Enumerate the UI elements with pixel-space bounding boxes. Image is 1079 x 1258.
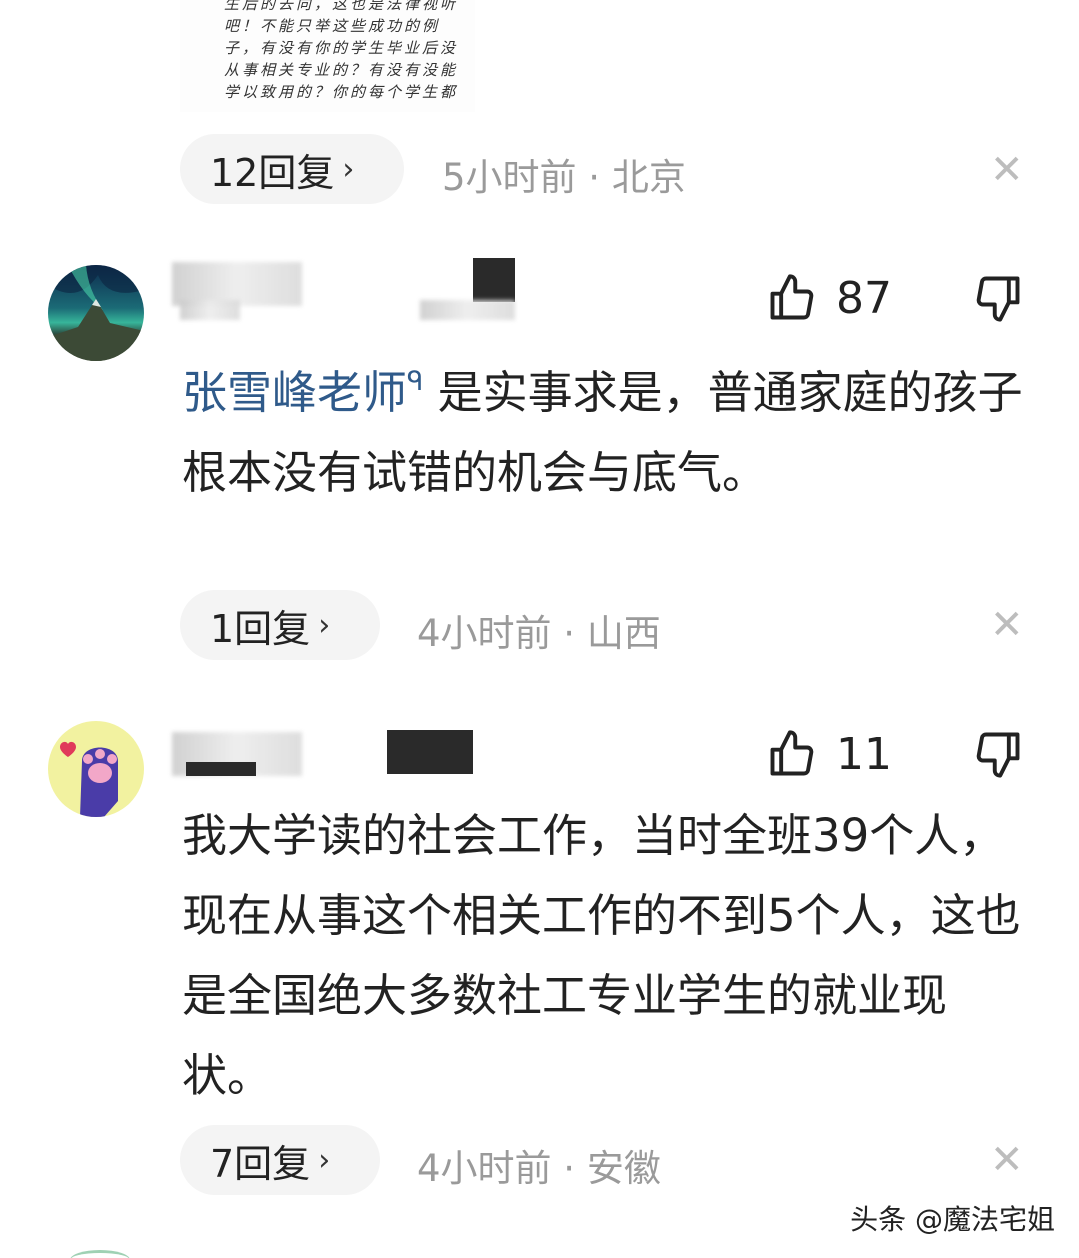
- replies-count: 12回复: [210, 150, 335, 195]
- next-avatar-edge: [70, 1250, 130, 1258]
- replies-count: 1回复: [210, 606, 311, 651]
- image-text-line: 生后的去向，这也是法律视听: [224, 0, 459, 13]
- thumbs-down-icon: [976, 732, 1020, 778]
- comment-meta: 4小时前 · 安徽: [417, 1147, 661, 1190]
- image-text-line: 子，有没有你的学生毕业后没: [224, 39, 459, 57]
- avatar[interactable]: [48, 721, 144, 817]
- replies-button[interactable]: 7回复 ›: [180, 1125, 380, 1195]
- like-button[interactable]: 87: [766, 272, 892, 324]
- avatar-mountain-image: [48, 265, 144, 361]
- thumbs-down-icon: [976, 276, 1020, 322]
- avatar-paw-image: [60, 741, 118, 817]
- replies-count: 7回复: [210, 1141, 311, 1186]
- chevron-right-icon: ›: [342, 151, 355, 187]
- avatar[interactable]: [48, 265, 144, 361]
- comment-attached-image[interactable]: 生后的去向，这也是法律视听 吧！不能只举这些成功的例 子，有没有你的学生毕业后没…: [180, 0, 475, 112]
- thumbs-up-icon: [770, 730, 814, 776]
- comment-meta: 4小时前 · 山西: [417, 612, 661, 655]
- username-redacted: [420, 300, 515, 320]
- mention-name: 张雪峰老师: [182, 366, 408, 419]
- image-text-line: 从事相关专业的？有没有没能: [224, 61, 459, 79]
- watermark: 头条 @魔法宅姐: [850, 1203, 1055, 1236]
- chevron-right-icon: ›: [318, 1142, 331, 1178]
- image-text-line: 吧！不能只举这些成功的例: [224, 17, 441, 35]
- close-icon[interactable]: ✕: [990, 1140, 1024, 1180]
- image-text-line: 学以致用的？你的每个学生都: [224, 83, 459, 101]
- close-icon[interactable]: ✕: [990, 605, 1024, 645]
- comment-text: 我大学读的社会工作，当时全班39个人，现在从事这个相关工作的不到5个人，这也是全…: [182, 796, 1027, 1116]
- like-count: 87: [836, 272, 892, 324]
- search-icon: ᑫ: [407, 367, 424, 397]
- dislike-button[interactable]: [972, 272, 1024, 328]
- comment-meta: 5小时前 · 北京: [442, 156, 686, 199]
- comment-text: 张雪峰老师ᑫ 是实事求是，普通家庭的孩子根本没有试错的机会与底气。: [182, 342, 1042, 513]
- close-icon[interactable]: ✕: [990, 150, 1024, 190]
- replies-button[interactable]: 12回复 ›: [180, 134, 404, 204]
- like-button[interactable]: 11: [766, 728, 892, 780]
- replies-button[interactable]: 1回复 ›: [180, 590, 380, 660]
- username-redacted: [473, 258, 515, 302]
- chevron-right-icon: ›: [318, 607, 331, 643]
- mention-link[interactable]: 张雪峰老师ᑫ: [182, 366, 423, 419]
- username-redacted: [387, 730, 473, 774]
- dislike-button[interactable]: [972, 728, 1024, 784]
- username-redacted: [180, 300, 240, 320]
- comment-body: 我大学读的社会工作，当时全班39个人，现在从事这个相关工作的不到5个人，这也是全…: [182, 809, 1021, 1102]
- like-count: 11: [836, 728, 892, 780]
- thumbs-up-icon: [770, 274, 814, 320]
- username-redacted: [186, 762, 256, 776]
